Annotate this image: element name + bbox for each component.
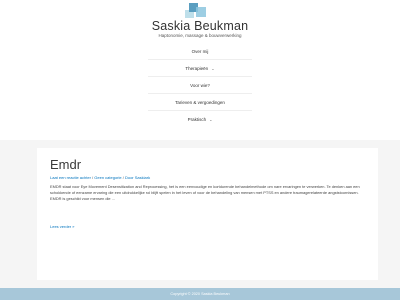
logo-square: [196, 7, 206, 17]
nav-item-praktisch[interactable]: Praktisch ⌄: [148, 111, 252, 128]
post-title[interactable]: Emdr: [50, 157, 81, 172]
post-card: Emdr Laat een reactie achter / Geen cate…: [37, 148, 378, 280]
main-navigation: Over mij Therapieën ⌄ Voor wie? Tarieven…: [148, 43, 252, 128]
post-meta: Laat een reactie achter / Geen categorie…: [50, 175, 150, 180]
category-link[interactable]: Geen categorie: [94, 175, 121, 180]
nav-item-voor-wie[interactable]: Voor wie?: [148, 77, 252, 94]
author-link[interactable]: Door Saskiark: [125, 175, 150, 180]
nav-item-label: Therapieën: [185, 65, 209, 71]
site-logo[interactable]: [185, 3, 209, 19]
nav-item-label: Tarieven & vergoedingen: [175, 99, 225, 105]
nav-item-over-mij[interactable]: Over mij: [148, 43, 252, 60]
nav-item-label: Voor wie?: [190, 82, 210, 88]
nav-item-therapieen[interactable]: Therapieën ⌄: [148, 60, 252, 77]
chevron-down-icon: ⌄: [211, 65, 215, 71]
comment-link[interactable]: Laat een reactie achter: [50, 175, 91, 180]
chevron-down-icon: ⌄: [209, 117, 213, 122]
site-title[interactable]: Saskia Beukman: [0, 19, 400, 33]
site-tagline: Haptonomie, massage & bouwverwerking: [158, 33, 242, 38]
read-more-link[interactable]: Lees verder »: [50, 224, 74, 229]
nav-item-label: Over mij: [191, 48, 209, 54]
copyright-text: Copyright © 2020 Saskia Beukman: [170, 292, 230, 296]
nav-item-tarieven[interactable]: Tarieven & vergoedingen: [148, 94, 252, 111]
post-excerpt: EMDR staat voor Eye Movement Desensitiza…: [50, 184, 360, 201]
nav-item-label: Praktisch: [187, 117, 207, 122]
site-footer: Copyright © 2020 Saskia Beukman: [0, 288, 400, 300]
site-header: Saskia Beukman Haptonomie, massage & bou…: [0, 0, 400, 140]
